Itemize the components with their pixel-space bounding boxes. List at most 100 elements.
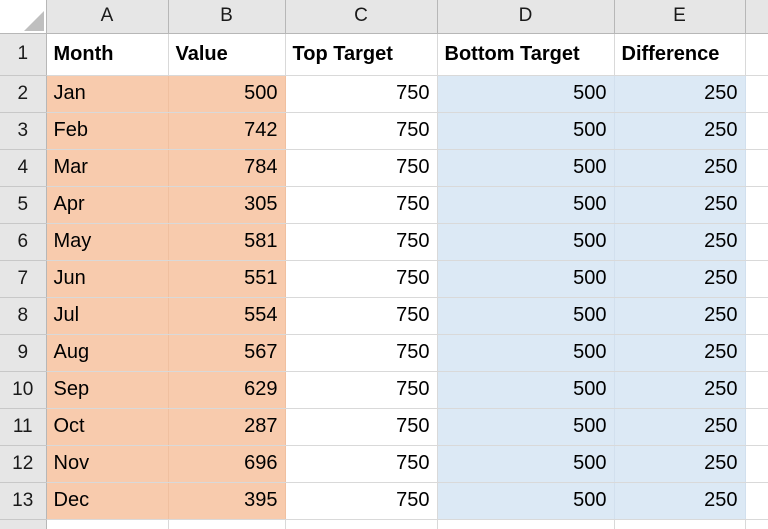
cell-e12[interactable]: 250 — [614, 445, 746, 483]
cell-e13[interactable]: 250 — [614, 482, 746, 520]
cell-b-partial[interactable] — [168, 519, 286, 529]
cell-e3[interactable]: 250 — [614, 112, 746, 150]
cell-c7[interactable]: 750 — [285, 260, 438, 298]
cell-f11[interactable] — [745, 408, 768, 446]
cell-d7[interactable]: 500 — [437, 260, 615, 298]
cell-d11[interactable]: 500 — [437, 408, 615, 446]
row-header-3[interactable]: 3 — [0, 112, 47, 150]
cell-a8[interactable]: Jul — [46, 297, 169, 335]
cell-a1[interactable]: Month — [46, 33, 169, 76]
column-header-b[interactable]: B — [168, 0, 286, 34]
row-header-8[interactable]: 8 — [0, 297, 47, 335]
cell-d1[interactable]: Bottom Target — [437, 33, 615, 76]
row-header-7[interactable]: 7 — [0, 260, 47, 298]
cell-f-partial[interactable] — [745, 519, 768, 529]
cell-b9[interactable]: 567 — [168, 334, 286, 372]
select-all-corner[interactable] — [0, 0, 47, 34]
cell-a11[interactable]: Oct — [46, 408, 169, 446]
cell-d5[interactable]: 500 — [437, 186, 615, 224]
cell-f12[interactable] — [745, 445, 768, 483]
cell-e4[interactable]: 250 — [614, 149, 746, 187]
cell-a-partial[interactable] — [46, 519, 169, 529]
cell-b4[interactable]: 784 — [168, 149, 286, 187]
row-header-4[interactable]: 4 — [0, 149, 47, 187]
cell-a5[interactable]: Apr — [46, 186, 169, 224]
cell-e8[interactable]: 250 — [614, 297, 746, 335]
cell-d9[interactable]: 500 — [437, 334, 615, 372]
cell-b11[interactable]: 287 — [168, 408, 286, 446]
cell-c9[interactable]: 750 — [285, 334, 438, 372]
cell-a3[interactable]: Feb — [46, 112, 169, 150]
cell-f2[interactable] — [745, 75, 768, 113]
cell-a4[interactable]: Mar — [46, 149, 169, 187]
row-header-11[interactable]: 11 — [0, 408, 47, 446]
cell-e10[interactable]: 250 — [614, 371, 746, 409]
cell-d6[interactable]: 500 — [437, 223, 615, 261]
cell-c2[interactable]: 750 — [285, 75, 438, 113]
cell-b8[interactable]: 554 — [168, 297, 286, 335]
row-header-13[interactable]: 13 — [0, 482, 47, 520]
cell-b7[interactable]: 551 — [168, 260, 286, 298]
row-header-partial[interactable] — [0, 519, 47, 529]
cell-a12[interactable]: Nov — [46, 445, 169, 483]
cell-b10[interactable]: 629 — [168, 371, 286, 409]
cell-b5[interactable]: 305 — [168, 186, 286, 224]
cell-b2[interactable]: 500 — [168, 75, 286, 113]
cell-e5[interactable]: 250 — [614, 186, 746, 224]
row-header-6[interactable]: 6 — [0, 223, 47, 261]
cell-f10[interactable] — [745, 371, 768, 409]
cell-d12[interactable]: 500 — [437, 445, 615, 483]
cell-e9[interactable]: 250 — [614, 334, 746, 372]
cell-f3[interactable] — [745, 112, 768, 150]
cell-c4[interactable]: 750 — [285, 149, 438, 187]
cell-b3[interactable]: 742 — [168, 112, 286, 150]
column-header-d[interactable]: D — [437, 0, 615, 34]
cell-c3[interactable]: 750 — [285, 112, 438, 150]
cell-a13[interactable]: Dec — [46, 482, 169, 520]
cell-f13[interactable] — [745, 482, 768, 520]
cell-d13[interactable]: 500 — [437, 482, 615, 520]
cell-e2[interactable]: 250 — [614, 75, 746, 113]
cell-e1[interactable]: Difference — [614, 33, 746, 76]
cell-b13[interactable]: 395 — [168, 482, 286, 520]
cell-f8[interactable] — [745, 297, 768, 335]
cell-d2[interactable]: 500 — [437, 75, 615, 113]
column-header-e[interactable]: E — [614, 0, 746, 34]
cell-b6[interactable]: 581 — [168, 223, 286, 261]
cell-c10[interactable]: 750 — [285, 371, 438, 409]
row-header-2[interactable]: 2 — [0, 75, 47, 113]
cell-c8[interactable]: 750 — [285, 297, 438, 335]
cell-e6[interactable]: 250 — [614, 223, 746, 261]
cell-d8[interactable]: 500 — [437, 297, 615, 335]
cell-d4[interactable]: 500 — [437, 149, 615, 187]
cell-f6[interactable] — [745, 223, 768, 261]
row-header-1[interactable]: 1 — [0, 33, 47, 76]
cell-f1[interactable] — [745, 33, 768, 76]
cell-f4[interactable] — [745, 149, 768, 187]
cell-c5[interactable]: 750 — [285, 186, 438, 224]
row-header-5[interactable]: 5 — [0, 186, 47, 224]
cell-f9[interactable] — [745, 334, 768, 372]
cell-c6[interactable]: 750 — [285, 223, 438, 261]
column-header-c[interactable]: C — [285, 0, 438, 34]
row-header-10[interactable]: 10 — [0, 371, 47, 409]
cell-f5[interactable] — [745, 186, 768, 224]
column-header-a[interactable]: A — [46, 0, 169, 34]
cell-a6[interactable]: May — [46, 223, 169, 261]
cell-a10[interactable]: Sep — [46, 371, 169, 409]
cell-a7[interactable]: Jun — [46, 260, 169, 298]
cell-b1[interactable]: Value — [168, 33, 286, 76]
cell-d-partial[interactable] — [437, 519, 615, 529]
cell-f7[interactable] — [745, 260, 768, 298]
cell-c12[interactable]: 750 — [285, 445, 438, 483]
cell-b12[interactable]: 696 — [168, 445, 286, 483]
cell-c13[interactable]: 750 — [285, 482, 438, 520]
cell-c-partial[interactable] — [285, 519, 438, 529]
cell-a9[interactable]: Aug — [46, 334, 169, 372]
column-header-f[interactable] — [745, 0, 768, 34]
row-header-9[interactable]: 9 — [0, 334, 47, 372]
cell-d3[interactable]: 500 — [437, 112, 615, 150]
cell-c11[interactable]: 750 — [285, 408, 438, 446]
row-header-12[interactable]: 12 — [0, 445, 47, 483]
cell-c1[interactable]: Top Target — [285, 33, 438, 76]
